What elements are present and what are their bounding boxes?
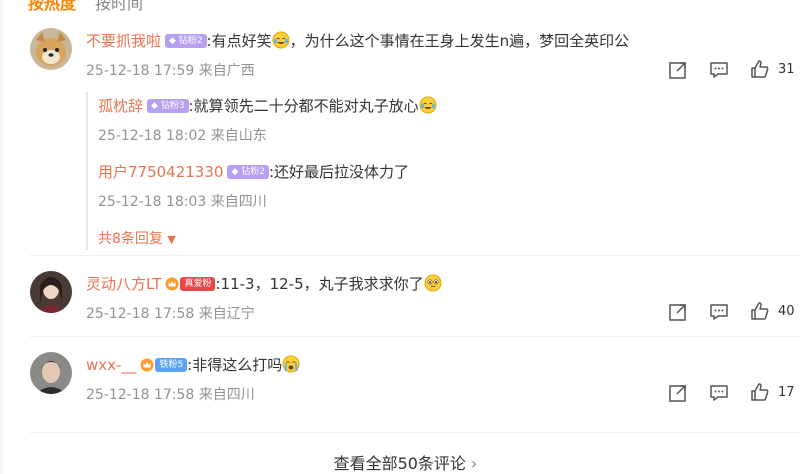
comment-text: :有点好笑 bbox=[206, 32, 272, 50]
reply-thread-bar bbox=[86, 92, 88, 250]
fan-badge: 铁粉5 bbox=[155, 357, 188, 372]
sort-by-hot-tab[interactable]: 按热度 bbox=[28, 0, 76, 14]
like-count: 31 bbox=[778, 62, 795, 77]
view-all-comments-link[interactable]: 查看全部50条评论 › bbox=[0, 450, 811, 474]
comment-1-header: 不要抓我啦 ◆ 钻粉2:有点好笑 ，为什么这个事情在王身上发生n遍，梦回全英印公 bbox=[86, 30, 629, 51]
more-replies-link[interactable]: 共8条回复 ▼ bbox=[98, 228, 176, 248]
fan-badge: ◆ 钻粉2 bbox=[227, 164, 269, 179]
left-edge bbox=[0, 0, 3, 474]
share-icon[interactable] bbox=[668, 383, 688, 403]
comment-meta: 25-12-18 17:58 来自辽宁 bbox=[86, 306, 255, 322]
comment-text: :11-3，12-5，丸子我求求你了 bbox=[215, 275, 424, 293]
comment-meta: 25-12-18 17:59 来自广西 bbox=[86, 63, 255, 79]
comment-text-tail: ，为什么这个事情在王身上发生n遍，梦回全英印公 bbox=[289, 32, 630, 50]
comment-icon[interactable] bbox=[709, 302, 729, 322]
reply-text: :还好最后拉没体力了 bbox=[268, 163, 410, 181]
comment-meta: 25-12-18 17:58 来自四川 bbox=[86, 387, 255, 403]
username[interactable]: wxx-__ bbox=[86, 356, 136, 374]
comment-2-header: 灵动八方LT 真爱粉:11-3，12-5，丸子我求求你了 bbox=[86, 273, 442, 294]
username[interactable]: 孤枕辞 bbox=[98, 97, 143, 115]
avatar[interactable] bbox=[30, 28, 72, 70]
reply-1-header: 孤枕辞 ◆ 钻粉3:就算领先二十分都不能对丸子放心 bbox=[98, 95, 437, 116]
comment-text: :非得这么打吗 bbox=[187, 356, 283, 374]
laugh-cry-emoji bbox=[272, 31, 290, 48]
fan-badge: ◆ 钻粉2 bbox=[165, 33, 207, 48]
comment-3-header: wxx-__ 铁粉5:非得这么打吗 bbox=[86, 354, 300, 375]
divider bbox=[30, 255, 800, 256]
like-icon[interactable] bbox=[750, 301, 770, 321]
laugh-cry-emoji bbox=[419, 96, 437, 113]
pleading-emoji bbox=[424, 274, 442, 291]
username[interactable]: 用户7750421330 bbox=[98, 163, 223, 181]
reply-meta: 25-12-18 18:03 来自四川 bbox=[98, 194, 267, 210]
divider bbox=[30, 336, 800, 337]
comment-icon[interactable] bbox=[709, 383, 729, 403]
username[interactable]: 不要抓我啦 bbox=[86, 32, 161, 50]
like-icon[interactable] bbox=[750, 59, 770, 79]
avatar[interactable] bbox=[30, 271, 72, 313]
divider bbox=[30, 432, 800, 433]
like-icon[interactable] bbox=[750, 382, 770, 402]
reply-meta: 25-12-18 18:02 来自山东 bbox=[98, 128, 267, 144]
share-icon[interactable] bbox=[668, 302, 688, 322]
reply-text: :就算领先二十分都不能对丸子放心 bbox=[188, 97, 419, 115]
fan-badge: 真爱粉 bbox=[180, 276, 216, 291]
crying-emoji bbox=[282, 355, 300, 372]
crown-icon bbox=[165, 277, 179, 290]
comment-icon[interactable] bbox=[709, 60, 729, 80]
username[interactable]: 灵动八方LT bbox=[86, 275, 161, 293]
reply-2-header: 用户7750421330 ◆ 钻粉2:还好最后拉没体力了 bbox=[98, 161, 409, 182]
avatar[interactable] bbox=[30, 352, 72, 394]
crown-icon bbox=[140, 358, 154, 371]
sort-by-time-tab[interactable]: 按时间 bbox=[95, 0, 143, 14]
like-count: 17 bbox=[778, 385, 795, 400]
share-icon[interactable] bbox=[668, 60, 688, 80]
caret-down-icon: ▼ bbox=[167, 233, 176, 246]
like-count: 40 bbox=[778, 304, 795, 319]
chevron-right-icon: › bbox=[471, 454, 478, 473]
fan-badge: ◆ 钻粉3 bbox=[147, 98, 189, 113]
